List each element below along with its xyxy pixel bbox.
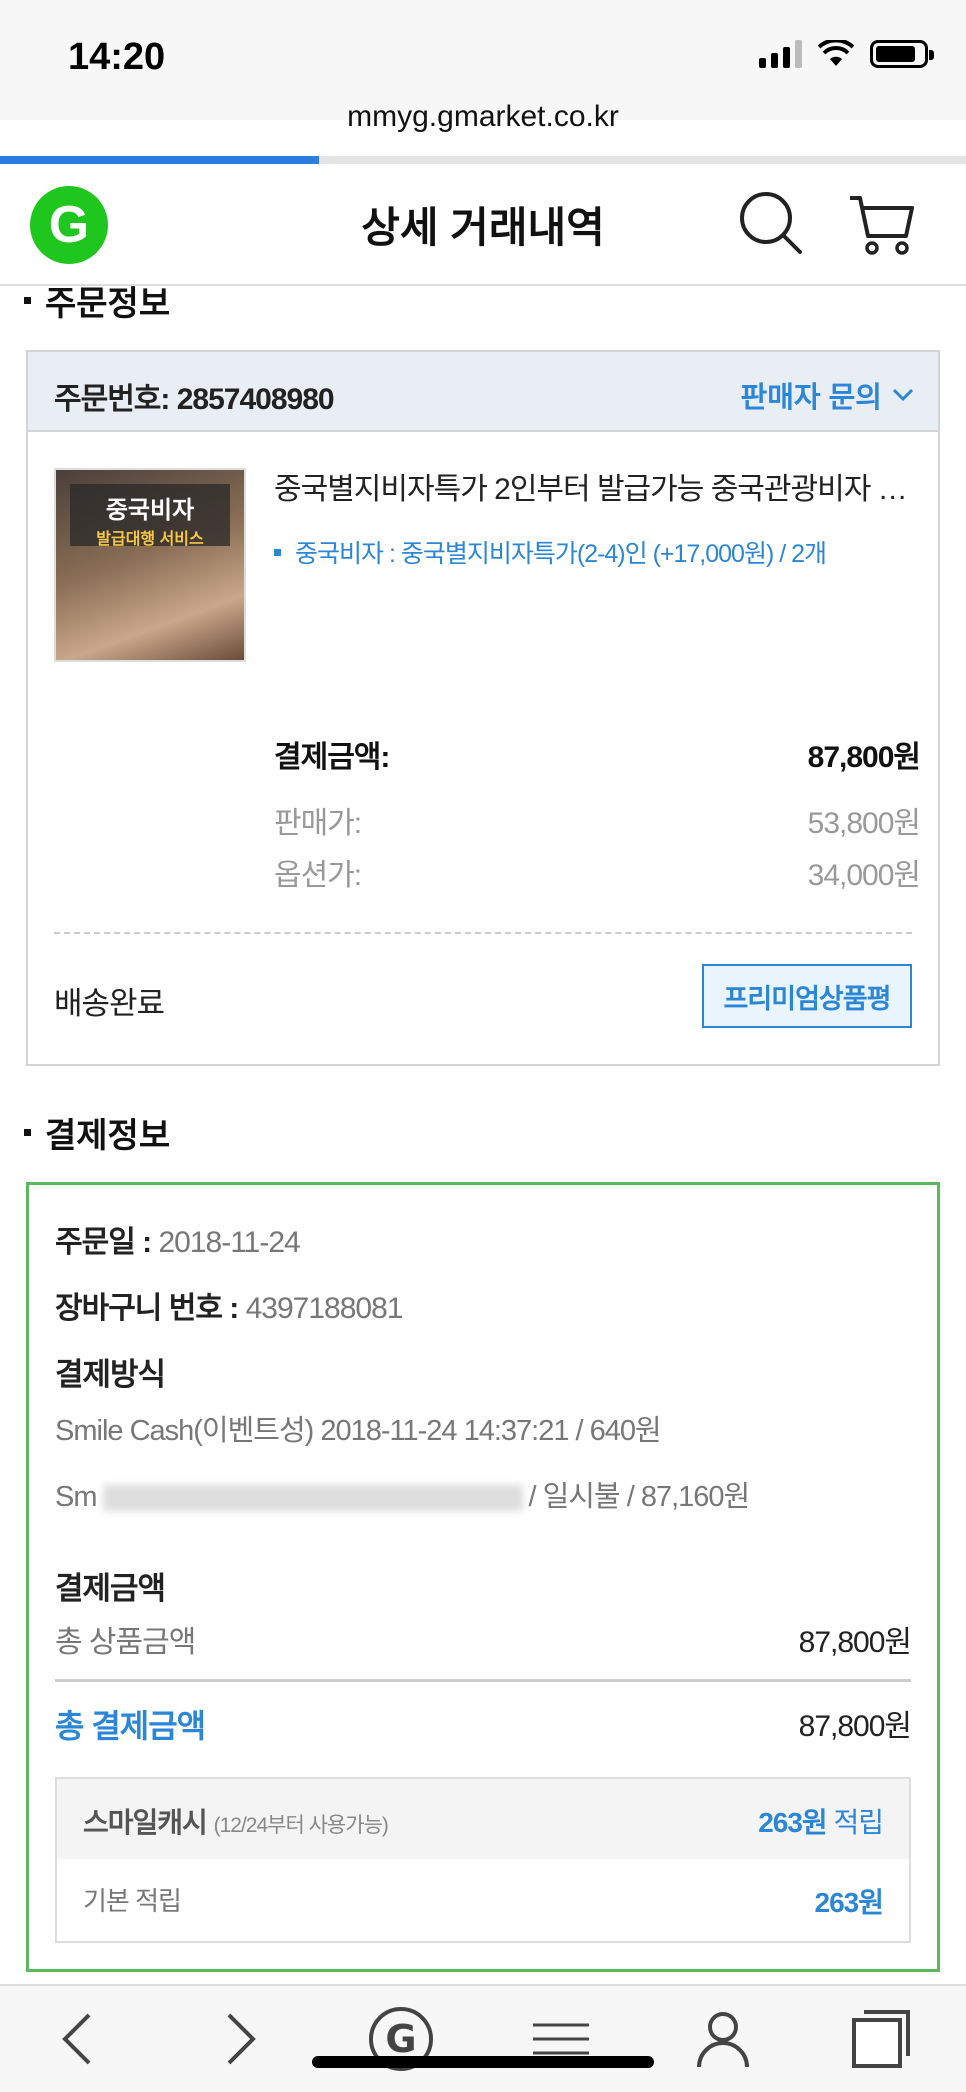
page-title: 상세 거래내역 bbox=[361, 204, 605, 251]
order-date-row: 주문일 : 2018-11-24 bbox=[55, 1217, 301, 1261]
back-button[interactable] bbox=[42, 2004, 112, 2074]
url-bar[interactable]: mmyg.gmarket.co.kr bbox=[0, 100, 966, 134]
search-button[interactable] bbox=[736, 188, 808, 260]
smile-cash-box: 스마일캐시 (12/24부터 사용가능) 263원 적립 기본 적립 263원 bbox=[55, 1777, 911, 1943]
divider bbox=[55, 1679, 911, 1682]
smile-cash-note: (12/24부터 사용가능) bbox=[213, 1814, 389, 1837]
profile-button[interactable] bbox=[688, 2004, 758, 2074]
signal-icon bbox=[759, 40, 802, 68]
product-name[interactable]: 중국별지비자특가 2인부터 발급가능 중국관광비자 단수 복수 급행 초특급 bbox=[274, 464, 920, 508]
payment-amount-label: 결제금액: bbox=[274, 741, 390, 774]
search-icon bbox=[740, 192, 802, 254]
status-icons bbox=[759, 40, 934, 68]
svg-text:G: G bbox=[385, 2017, 416, 2061]
product-option: 중국비자 : 중국별지비자특가(2-4)인 (+17,000원) / 2개 bbox=[274, 534, 827, 570]
app-header: G 상세 거래내역 bbox=[0, 164, 966, 286]
payment-amount-row: 결제금액: 87,800원 bbox=[274, 732, 921, 776]
thumbnail-subtitle: 발급대행 서비스 bbox=[96, 531, 204, 548]
basic-points-label: 기본 적립 bbox=[83, 1886, 182, 1916]
total-payment-row: 총 결제금액 87,800원 bbox=[55, 1701, 912, 1747]
status-bar: 14:20 mmyg.gmarket.co.kr bbox=[0, 0, 966, 133]
thumbnail-title: 중국비자 bbox=[105, 497, 195, 524]
total-payment-label: 총 결제금액 bbox=[55, 1708, 206, 1744]
payment-method-label: 결제방식 bbox=[55, 1357, 166, 1392]
payment-method-2: Sm / 일시불 / 87,160원 bbox=[55, 1473, 751, 1515]
total-product-value: 87,800원 bbox=[798, 1626, 912, 1659]
browser-toolbar: G bbox=[0, 1984, 966, 2092]
seller-inquiry-button[interactable]: 판매자 문의 bbox=[741, 374, 914, 416]
tabs-icon bbox=[852, 2010, 910, 2068]
smile-cash-row: 스마일캐시 (12/24부터 사용가능) 263원 적립 bbox=[57, 1779, 909, 1859]
amount-label: 결제금액 bbox=[55, 1571, 166, 1606]
progress-fill bbox=[0, 156, 319, 164]
back-icon bbox=[62, 2013, 91, 2065]
status-time: 14:20 bbox=[68, 36, 166, 78]
tabs-button[interactable] bbox=[846, 2004, 916, 2074]
order-section-title: 주문정보 bbox=[24, 276, 170, 325]
divider bbox=[54, 932, 912, 934]
redacted-card-info bbox=[102, 1485, 523, 1512]
premium-review-button[interactable]: 프리미엄상품평 bbox=[702, 964, 912, 1028]
smile-cash-label: 스마일캐시 bbox=[83, 1807, 208, 1838]
battery-icon bbox=[870, 40, 934, 68]
cart-number-value: 4397188081 bbox=[245, 1292, 404, 1325]
sale-price-row: 판매가: 53,800원 bbox=[274, 798, 921, 842]
cart-button[interactable] bbox=[846, 188, 918, 260]
payment-method-2-suffix: / 일시불 / 87,160원 bbox=[528, 1481, 751, 1513]
forward-button[interactable] bbox=[206, 2004, 276, 2074]
sale-price-label: 판매가: bbox=[274, 807, 362, 840]
forward-icon bbox=[227, 2013, 256, 2065]
seller-inquiry-label: 판매자 문의 bbox=[740, 382, 882, 414]
payment-amount-value: 87,800원 bbox=[807, 741, 921, 774]
basic-points-amount: 263원 bbox=[814, 1887, 884, 1918]
total-product-row: 총 상품금액 87,800원 bbox=[55, 1617, 912, 1661]
chevron-down-icon bbox=[892, 388, 914, 402]
order-card-header: 주문번호: 2857408980 판매자 문의 bbox=[28, 352, 938, 432]
profile-icon bbox=[697, 2012, 749, 2068]
product-thumbnail[interactable]: 중국비자 발급대행 서비스 bbox=[54, 468, 246, 662]
order-date-value: 2018-11-24 bbox=[158, 1226, 300, 1259]
smile-cash-suffix: 적립 bbox=[833, 1807, 884, 1838]
cart-number-label: 장바구니 번호 : bbox=[55, 1292, 239, 1325]
smile-cash-label-group: 스마일캐시 (12/24부터 사용가능) bbox=[83, 1801, 389, 1841]
payment-method-2-prefix: Sm bbox=[55, 1481, 97, 1513]
wifi-icon bbox=[818, 40, 854, 66]
menu-icon bbox=[533, 2023, 589, 2055]
basic-points-row: 기본 적립 263원 bbox=[57, 1859, 909, 1941]
payment-section-title: 결제정보 bbox=[24, 1108, 170, 1157]
order-number: 주문번호: 2857408980 bbox=[54, 383, 335, 416]
option-price-value: 34,000원 bbox=[807, 859, 921, 892]
sale-price-value: 53,800원 bbox=[807, 807, 921, 840]
option-price-row: 옵션가: 34,000원 bbox=[274, 850, 921, 894]
thumbnail-banner: 중국비자 발급대행 서비스 bbox=[70, 484, 230, 548]
option-price-label: 옵션가: bbox=[274, 859, 362, 892]
smile-cash-amount: 263원 bbox=[758, 1807, 827, 1838]
total-payment-value: 87,800원 bbox=[798, 1710, 912, 1743]
payment-method-1: Smile Cash(이벤트성) 2018-11-24 14:37:21 / 6… bbox=[55, 1415, 662, 1447]
page-load-progress bbox=[0, 156, 966, 164]
order-card: 주문번호: 2857408980 판매자 문의 중국비자 발급대행 서비스 중국… bbox=[26, 350, 940, 1066]
total-product-label: 총 상품금액 bbox=[55, 1626, 196, 1659]
shipping-status: 배송완료 bbox=[54, 986, 165, 1021]
cart-number-row: 장바구니 번호 : 4397188081 bbox=[55, 1283, 404, 1327]
payment-card: 주문일 : 2018-11-24 장바구니 번호 : 4397188081 결제… bbox=[26, 1182, 940, 1972]
order-date-label: 주문일 : bbox=[55, 1226, 152, 1259]
smile-cash-amount-group: 263원 적립 bbox=[758, 1801, 884, 1841]
cart-icon bbox=[850, 196, 914, 255]
home-indicator[interactable] bbox=[312, 2056, 654, 2068]
